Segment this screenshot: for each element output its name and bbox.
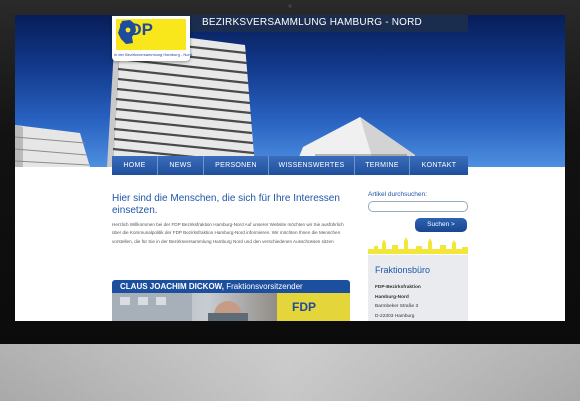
fdp-logo[interactable]: FDP in der Bezirksversammlung Hamburg - … — [112, 16, 193, 61]
office-line-3: Barmbeker Straße 3 — [375, 304, 419, 310]
hero-image: BEZIRKSVERSAMMLUNG HAMBURG - NORD FDP in… — [15, 15, 565, 167]
office-line-4: D-22303 Hamburg — [375, 313, 415, 319]
profile-title: CLAUS JOACHIM DICKOW, Fraktionsvorsitzen… — [120, 282, 303, 291]
nav-item-kontakt[interactable]: KONTAKT — [410, 156, 468, 175]
surface-reflection — [0, 344, 580, 401]
page-heading: Hier sind die Menschen, die sich für Ihr… — [112, 193, 340, 216]
office-line-1: FDP-Bezirksfraktion — [375, 285, 421, 290]
office-address: FDP-Bezirksfraktion Hamburg-Nord Barmbek… — [375, 283, 421, 321]
profile-name: CLAUS JOACHIM DICKOW, — [120, 282, 224, 291]
office-line-2: Hamburg-Nord — [375, 294, 409, 300]
search-button[interactable]: Suchen > — [415, 218, 467, 232]
tablet-device: BEZIRKSVERSAMMLUNG HAMBURG - NORD FDP in… — [0, 0, 580, 344]
main-navigation: HOME NEWS PERSONEN WISSENSWERTES TERMINE… — [112, 156, 468, 175]
city-tower-icon — [15, 29, 415, 167]
nav-item-personen[interactable]: PERSONEN — [204, 156, 269, 175]
skyline-icon — [368, 237, 468, 254]
nav-item-termine[interactable]: TERMINE — [355, 156, 410, 175]
search-input[interactable] — [368, 201, 468, 212]
profile-photo: FDP — [112, 293, 350, 321]
profile-header[interactable]: CLAUS JOACHIM DICKOW, Fraktionsvorsitzen… — [112, 280, 350, 293]
photo-scene: FDP — [112, 293, 350, 321]
nav-item-home[interactable]: HOME — [112, 156, 158, 175]
svg-text:FDP: FDP — [292, 300, 316, 314]
office-title: Fraktionsbüro — [375, 265, 431, 275]
logo-subtitle: in der Bezirksversammlung Hamburg - Nord — [114, 52, 193, 57]
office-box: Fraktionsbüro FDP-Bezirksfraktion Hambur… — [368, 255, 468, 321]
site-title: BEZIRKSVERSAMMLUNG HAMBURG - NORD — [202, 17, 422, 28]
map-icon — [118, 20, 136, 44]
search-label: Artikel durchsuchen: — [368, 191, 427, 198]
nav-item-news[interactable]: NEWS — [158, 156, 204, 175]
nav-item-wissenswertes[interactable]: WISSENSWERTES — [269, 156, 355, 175]
intro-text: Herzlich Willkommen bei der FDP Bezirksf… — [112, 222, 344, 244]
logo-badge: FDP — [116, 19, 186, 50]
profile-role: Fraktionsvorsitzender — [226, 282, 303, 291]
camera-icon — [287, 3, 293, 9]
website-screen: BEZIRKSVERSAMMLUNG HAMBURG - NORD FDP in… — [15, 15, 565, 321]
